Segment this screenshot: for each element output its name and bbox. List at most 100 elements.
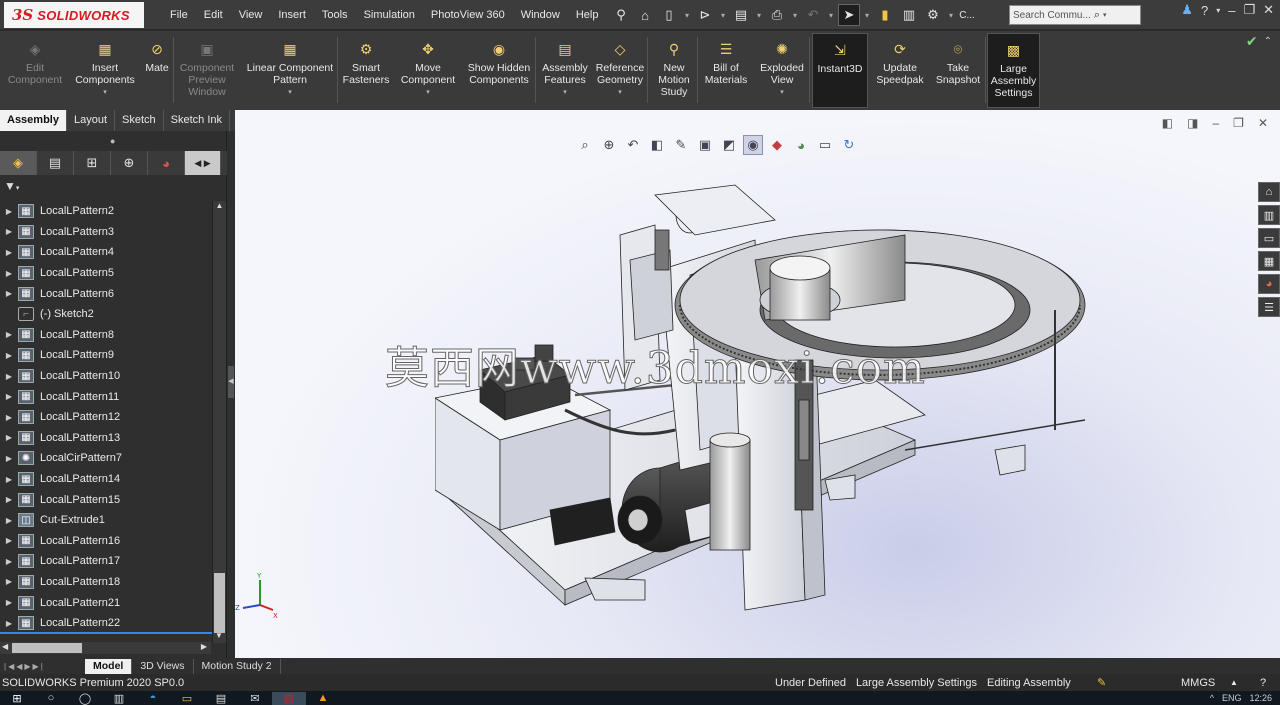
select-cursor-icon[interactable]: ➤ xyxy=(838,4,860,26)
dropdown-arrow-icon[interactable]: ▾ xyxy=(563,87,567,99)
speedpak-button[interactable]: ⟳ Update Speedpak xyxy=(872,33,928,108)
print-dropdown-icon[interactable]: ▾ xyxy=(790,4,800,26)
expand-arrow-icon[interactable]: ▶ xyxy=(0,454,18,463)
instant3d-button[interactable]: ⇲ Instant3D xyxy=(812,33,868,108)
configuration-manager-tab-icon[interactable]: ⊞ xyxy=(74,151,111,175)
cortana-icon[interactable]: ◯ xyxy=(68,692,102,705)
assembly-features-button[interactable]: ▤ Assembly Features ▾ xyxy=(538,33,592,108)
mate-button[interactable]: ⊘ Mate xyxy=(142,33,172,108)
large-assembly-button[interactable]: ▩ Large Assembly Settings xyxy=(987,33,1040,108)
status-large-assembly[interactable]: Large Assembly Settings xyxy=(856,677,977,689)
tree-vertical-scrollbar[interactable]: ▲ ▼ xyxy=(212,201,226,643)
appearances-icon[interactable]: ◕ xyxy=(1258,274,1280,294)
save-dropdown-icon[interactable]: ▾ xyxy=(754,4,764,26)
tree-item[interactable]: ▶ ▦ LocalLPattern17 xyxy=(0,551,212,572)
tree-item[interactable]: ▶ ▦ LocalLPattern10 xyxy=(0,366,212,387)
expand-arrow-icon[interactable]: ▶ xyxy=(0,577,18,586)
viewport-forward-icon[interactable]: ◨ xyxy=(1187,116,1198,130)
new-dropdown-icon[interactable]: ▾ xyxy=(682,4,692,26)
open-folder-icon[interactable]: ⊳ xyxy=(694,4,716,26)
expand-arrow-icon[interactable]: ▶ xyxy=(0,413,18,422)
expand-arrow-icon[interactable]: ▶ xyxy=(0,433,18,442)
expand-arrow-icon[interactable]: ▶ xyxy=(0,269,18,278)
tree-item[interactable]: ▶ ▦ LocalLPattern4 xyxy=(0,242,212,263)
store-icon[interactable]: ▤ xyxy=(204,692,238,705)
insert-components-button[interactable]: ▦ Insert Components ▾ xyxy=(70,33,140,108)
search-icon[interactable]: ⌕ xyxy=(1094,9,1100,22)
app-taskbar-icon[interactable]: ▲ xyxy=(306,692,340,704)
display-style-icon[interactable]: ◩ xyxy=(719,135,739,155)
expand-arrow-icon[interactable]: ▶ xyxy=(0,516,18,525)
edit-component-button[interactable]: ◈ Edit Component xyxy=(4,33,66,108)
scroll-left-icon[interactable]: ◀ xyxy=(2,642,8,651)
solidworks-taskbar-icon[interactable]: ▧ xyxy=(272,691,306,705)
scroll-thumb[interactable] xyxy=(214,573,225,633)
tree-item[interactable]: ▶ ▦ LocalLPattern18 xyxy=(0,572,212,593)
help-icon[interactable]: ? xyxy=(1201,3,1208,18)
viewport-back-icon[interactable]: ◧ xyxy=(1162,116,1173,130)
splitter-grip-icon[interactable]: ◀ xyxy=(228,366,234,398)
tree-item[interactable]: ▶ ▦ LocalLPattern8 xyxy=(0,325,212,346)
assembly-model[interactable] xyxy=(435,180,1175,640)
smart-fasteners-button[interactable]: ⚙ Smart Fasteners xyxy=(340,33,392,108)
menu-photoview-360[interactable]: PhotoView 360 xyxy=(423,9,513,21)
quickbar-overflow[interactable]: C... xyxy=(958,4,976,26)
view-orientation-icon[interactable]: ▣ xyxy=(695,135,715,155)
display-manager-tab-icon[interactable]: ◕ xyxy=(148,151,185,175)
snapshot-button[interactable]: ⌾ Take Snapshot xyxy=(932,33,984,108)
file-properties-icon[interactable]: ▥ xyxy=(898,4,920,26)
user-account-icon[interactable]: ♟ xyxy=(1181,2,1193,18)
new-document-icon[interactable]: ▯ xyxy=(658,4,680,26)
expand-arrow-icon[interactable]: ▶ xyxy=(0,330,18,339)
section-view-icon[interactable]: ◧ xyxy=(647,135,667,155)
expand-arrow-icon[interactable]: ▶ xyxy=(0,598,18,607)
home-icon[interactable]: ⌂ xyxy=(634,4,656,26)
viewport-restore-icon[interactable]: ❐ xyxy=(1233,116,1244,130)
pin-icon[interactable]: ⚲ xyxy=(610,4,632,26)
panel-splitter[interactable]: ◀ xyxy=(227,131,235,658)
zoom-to-area-icon[interactable]: ⊕ xyxy=(599,135,619,155)
options-dropdown-icon[interactable]: ▾ xyxy=(946,4,956,26)
tree-item[interactable]: ▶ ▦ LocalLPattern5 xyxy=(0,263,212,284)
menu-edit[interactable]: Edit xyxy=(196,9,231,21)
unit-system[interactable]: MMGS xyxy=(1181,677,1215,689)
menu-window[interactable]: Window xyxy=(513,9,568,21)
tree-item[interactable]: ▶ ▦ LocalLPattern15 xyxy=(0,489,212,510)
tab-layout[interactable]: Layout xyxy=(67,110,116,131)
bottom-tab-model[interactable]: Model xyxy=(85,658,133,674)
tab-sketch-ink[interactable]: Sketch Ink xyxy=(164,110,231,131)
tree-item[interactable]: ▶ ▦ LocalLPattern11 xyxy=(0,386,212,407)
rotate-view-icon[interactable]: ↻ xyxy=(839,135,859,155)
dropdown-arrow-icon[interactable]: ▾ xyxy=(618,87,622,99)
collapse-icon[interactable]: ⌃ xyxy=(1264,36,1272,47)
tree-item[interactable]: ▶ ✺ LocalCirPattern7 xyxy=(0,448,212,469)
status-help-icon[interactable]: ? xyxy=(1260,677,1266,689)
scroll-right-icon[interactable]: ▶ xyxy=(201,642,207,651)
dropdown-arrow-icon[interactable]: ▾ xyxy=(780,87,784,99)
panel-grip-icon[interactable]: ● xyxy=(110,136,115,146)
hide-show-items-icon[interactable]: ◉ xyxy=(743,135,763,155)
menu-help[interactable]: Help xyxy=(568,9,607,21)
tree-item[interactable]: ▶ ▦ LocalLPattern2 xyxy=(0,201,212,222)
tree-item[interactable]: ▶ ▦ LocalLPattern21 xyxy=(0,592,212,613)
file-explorer-icon[interactable]: ▭ xyxy=(1258,228,1280,248)
bottom-tab-motion-study-2[interactable]: Motion Study 2 xyxy=(194,658,281,674)
tree-item[interactable]: ▶ ▦ LocalLPattern16 xyxy=(0,531,212,552)
tree-item[interactable]: ▶ ▦ LocalLPattern12 xyxy=(0,407,212,428)
tree-horizontal-scrollbar[interactable]: ◀ ▶ xyxy=(0,642,211,654)
tab-sketch[interactable]: Sketch xyxy=(115,110,164,131)
undo-icon[interactable]: ↶ xyxy=(802,4,824,26)
view-settings-icon[interactable]: ▭ xyxy=(815,135,835,155)
restore-icon[interactable]: ❐ xyxy=(1243,2,1255,18)
expand-arrow-icon[interactable]: ▶ xyxy=(0,557,18,566)
dropdown-arrow-icon[interactable]: ▾ xyxy=(103,87,107,99)
tree-item[interactable]: ▶ ▦ LocalLPattern3 xyxy=(0,222,212,243)
zoom-to-fit-icon[interactable]: ⌕ xyxy=(575,135,595,155)
search-commands-box[interactable]: Search Commu... ⌕ ▾ xyxy=(1009,5,1141,25)
preview-window-button[interactable]: ▣ Component Preview Window xyxy=(174,33,240,108)
expand-arrow-icon[interactable]: ▶ xyxy=(0,248,18,257)
check-icon[interactable]: ✔ xyxy=(1246,33,1258,50)
menu-insert[interactable]: Insert xyxy=(270,9,314,21)
rebuild-status-icon[interactable]: ✎ xyxy=(1097,676,1106,689)
close-icon[interactable]: ✕ xyxy=(1263,2,1274,18)
